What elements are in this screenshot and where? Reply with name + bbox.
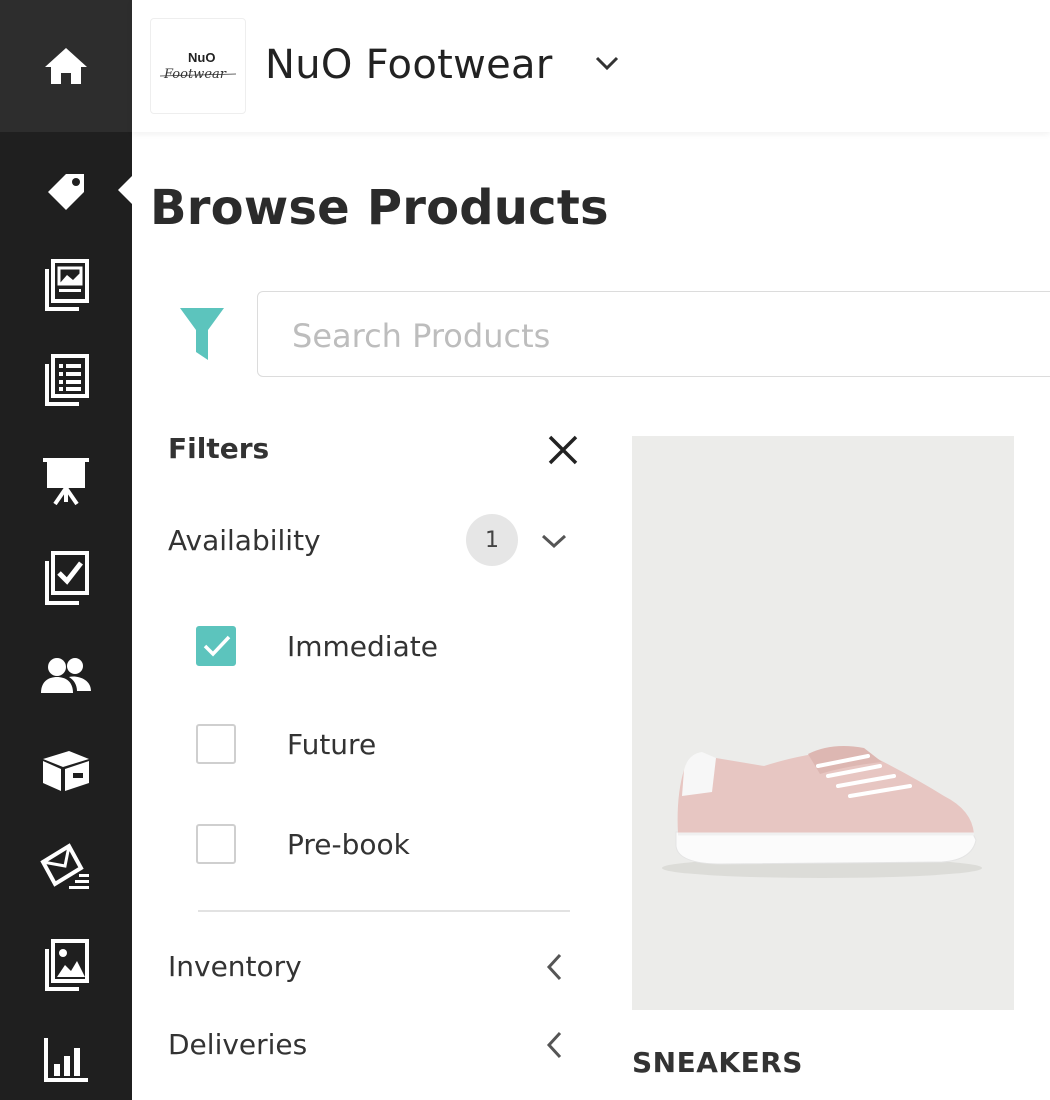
option-label-pre-book[interactable]: Pre-book [287, 828, 410, 861]
sidebar-item-linesheets[interactable] [0, 350, 132, 410]
top-header: NuO Footwear NuO Footwear [132, 0, 1050, 132]
search-input[interactable] [292, 316, 1032, 356]
filter-group-deliveries[interactable]: Deliveries [168, 1028, 307, 1061]
brand-logo: NuO Footwear [150, 18, 246, 114]
box-icon [43, 751, 89, 791]
sidebar-item-presentations[interactable] [0, 450, 132, 510]
sidebar-item-shipments[interactable] [0, 740, 132, 800]
sidebar-item-catalogs[interactable] [0, 255, 132, 315]
filter-count-badge: 1 [466, 514, 518, 566]
home-icon [45, 48, 87, 84]
gallery-icon [45, 939, 89, 991]
mail-icon [40, 843, 89, 889]
search-box [257, 291, 1050, 377]
checkbox-future[interactable] [196, 724, 236, 764]
sidebar-item-messages[interactable] [0, 835, 132, 895]
sidebar-item-customers[interactable] [0, 645, 132, 705]
filters-heading: Filters [168, 432, 270, 465]
sidebar-item-products[interactable] [0, 160, 132, 220]
option-label-future[interactable]: Future [287, 728, 376, 761]
sidebar-item-reports[interactable] [0, 1030, 132, 1090]
filter-toggle-button[interactable] [178, 306, 226, 362]
filter-icon [180, 308, 224, 360]
filter-group-availability[interactable]: Availability [168, 524, 321, 557]
sidebar-item-media[interactable] [0, 935, 132, 995]
chevron-left-icon[interactable] [544, 1030, 564, 1060]
sidebar-item-orders[interactable] [0, 548, 132, 608]
list-icon [45, 354, 89, 406]
chevron-down-icon[interactable] [594, 54, 620, 72]
active-indicator [118, 176, 132, 204]
presentation-icon [43, 458, 89, 506]
page-title: Browse Products [150, 180, 609, 236]
sidebar [0, 0, 132, 1100]
chevron-down-icon[interactable] [540, 532, 568, 550]
close-icon[interactable] [546, 433, 580, 467]
filter-divider [198, 910, 570, 912]
users-icon [41, 658, 91, 693]
check-icon [203, 635, 231, 657]
chart-icon [44, 1038, 88, 1082]
sneaker-image [662, 746, 982, 878]
checkbox-pre-book[interactable] [196, 824, 236, 864]
brand-name[interactable]: NuO Footwear [265, 42, 553, 88]
product-image[interactable] [632, 436, 1014, 1010]
tag-icon [48, 174, 84, 210]
filter-group-inventory[interactable]: Inventory [168, 950, 302, 983]
sidebar-item-home[interactable] [0, 0, 132, 132]
option-label-immediate[interactable]: Immediate [287, 630, 438, 663]
checkbox-immediate[interactable] [196, 626, 236, 666]
catalog-icon [45, 259, 89, 311]
product-name[interactable]: SNEAKERS [632, 1046, 803, 1079]
chevron-left-icon[interactable] [544, 952, 564, 982]
svg-text:NuO: NuO [188, 50, 215, 65]
checklist-icon [45, 551, 89, 605]
